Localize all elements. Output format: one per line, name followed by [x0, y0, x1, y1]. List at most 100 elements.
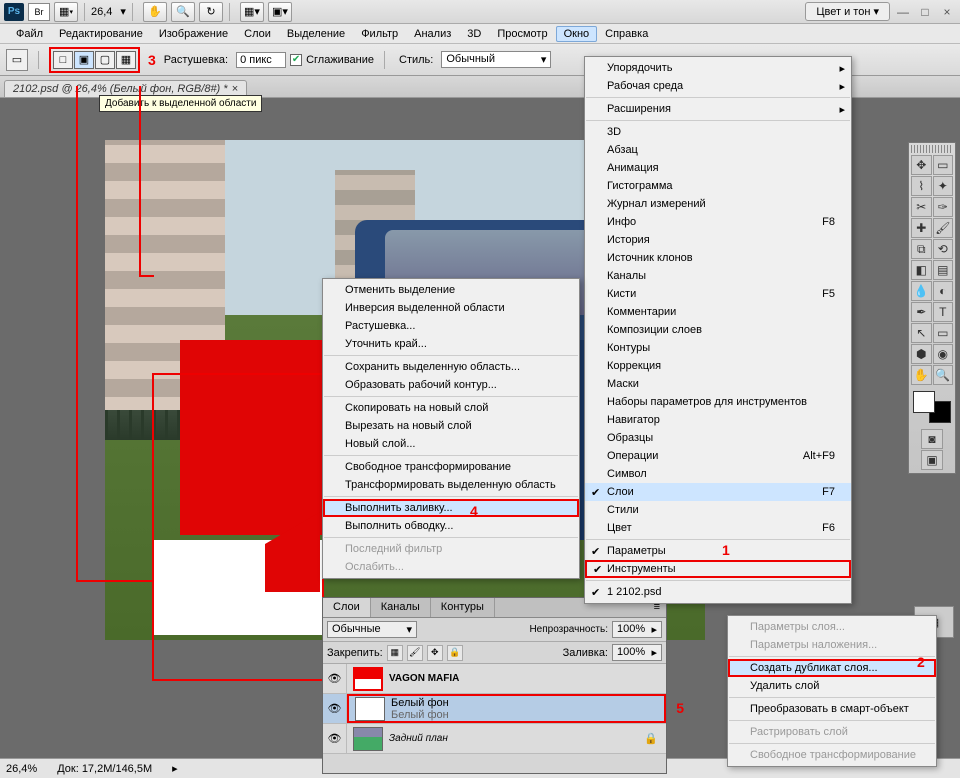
zoom-value[interactable]: 26,4	[91, 6, 112, 18]
layer-row[interactable]: 👁 Задний план 🔒	[323, 724, 666, 754]
visibility-icon[interactable]: 👁	[323, 694, 347, 723]
panel-grip[interactable]	[911, 145, 953, 153]
marquee-tool-icon[interactable]: ▭	[6, 49, 28, 71]
color-swatch[interactable]	[911, 389, 953, 425]
menu-item[interactable]: Источник клонов	[585, 249, 851, 267]
menu-item[interactable]: Сохранить выделенную область...	[323, 358, 579, 376]
menu-item[interactable]: Символ	[585, 465, 851, 483]
menu-layers[interactable]: Слои	[236, 26, 279, 42]
tab-layers[interactable]: Слои	[323, 598, 371, 617]
move-tool[interactable]: ✥	[911, 155, 932, 175]
menu-item[interactable]: Анимация	[585, 159, 851, 177]
menu-item[interactable]: Свободное трансформирование	[323, 458, 579, 476]
menu-file[interactable]: Файл	[8, 26, 51, 42]
tab-paths[interactable]: Контуры	[431, 598, 495, 617]
quickmask-tool[interactable]: ◙	[921, 429, 943, 449]
menu-item[interactable]: Комментарии	[585, 303, 851, 321]
layer-thumbnail[interactable]	[353, 667, 383, 691]
3d-camera-tool[interactable]: ◉	[933, 344, 954, 364]
menu-edit[interactable]: Редактирование	[51, 26, 151, 42]
visibility-icon[interactable]: 👁	[323, 664, 347, 693]
blend-mode-dropdown[interactable]: Обычные▾	[327, 621, 417, 638]
fill-input[interactable]: 100%▸	[612, 644, 662, 661]
menu-select[interactable]: Выделение	[279, 26, 353, 42]
path-tool[interactable]: ↖	[911, 323, 932, 343]
close-tab-icon[interactable]: ×	[232, 83, 238, 95]
menu-item[interactable]: ✔Инструменты	[585, 560, 851, 578]
stamp-tool[interactable]: ⧉	[911, 239, 932, 259]
menu-item[interactable]: Расширения▸	[585, 100, 851, 118]
shape-tool[interactable]: ▭	[933, 323, 954, 343]
rotate-view-btn[interactable]: ↻	[199, 2, 223, 22]
menu-item[interactable]: Инверсия выделенной области	[323, 299, 579, 317]
menu-item[interactable]: Гистограмма	[585, 177, 851, 195]
zoom-tool[interactable]: 🔍	[933, 365, 954, 385]
lock-transparency-icon[interactable]: ▦	[387, 645, 403, 661]
lock-all-icon[interactable]: 🔒	[447, 645, 463, 661]
layer-row[interactable]: 👁 Белый фонБелый фон 5	[323, 694, 666, 724]
maximize-btn[interactable]: □	[916, 5, 934, 19]
layer-name[interactable]: Задний план	[389, 733, 644, 744]
opacity-input[interactable]: 100%▸	[612, 621, 662, 638]
wand-tool[interactable]: ✦	[933, 176, 954, 196]
add-selection-btn[interactable]: ▣	[74, 51, 94, 69]
brush-tool[interactable]: 🖌	[933, 218, 954, 238]
screen-mode-btn[interactable]: ▣▾	[268, 2, 292, 22]
dodge-tool[interactable]: ◐	[933, 281, 954, 301]
menu-item[interactable]: Создать дубликат слоя...	[728, 659, 936, 677]
bridge-icon[interactable]: Br	[28, 3, 50, 21]
menu-item[interactable]: ✔1 2102.psd	[585, 583, 851, 601]
heal-tool[interactable]: ✚	[911, 218, 932, 238]
layer-name[interactable]: Белый фонБелый фон	[391, 697, 664, 721]
crop-tool[interactable]: ✂	[911, 197, 932, 217]
menu-item[interactable]: ✔СлоиF7	[585, 483, 851, 501]
history-brush-tool[interactable]: ⟲	[933, 239, 954, 259]
menu-item[interactable]: Навигатор	[585, 411, 851, 429]
menu-filter[interactable]: Фильтр	[353, 26, 406, 42]
menu-item[interactable]: Абзац	[585, 141, 851, 159]
lock-image-icon[interactable]: 🖌	[407, 645, 423, 661]
style-dropdown[interactable]: Обычный▾	[441, 51, 551, 68]
intersect-selection-btn[interactable]: ▦	[116, 51, 136, 69]
menu-item[interactable]: 3D	[585, 123, 851, 141]
menu-item[interactable]: Стили	[585, 501, 851, 519]
lock-position-icon[interactable]: ✥	[427, 645, 443, 661]
layer-name[interactable]: VAGON MAFIA	[389, 673, 666, 684]
menu-image[interactable]: Изображение	[151, 26, 236, 42]
menu-window[interactable]: Окно	[556, 26, 598, 42]
menu-item[interactable]: КистиF5	[585, 285, 851, 303]
menu-item[interactable]: Контуры	[585, 339, 851, 357]
view-extras-btn[interactable]: ▦▾	[54, 2, 78, 22]
subtract-selection-btn[interactable]: ▢	[95, 51, 115, 69]
layer-row[interactable]: 👁 VAGON MAFIA	[323, 664, 666, 694]
menu-item[interactable]: Новый слой...	[323, 435, 579, 453]
menu-item[interactable]: Журнал измерений	[585, 195, 851, 213]
lasso-tool[interactable]: ⌇	[911, 176, 932, 196]
new-selection-btn[interactable]: □	[53, 51, 73, 69]
status-zoom[interactable]: 26,4%	[6, 763, 37, 775]
workspace-dropdown[interactable]: Цвет и тон ▾	[805, 2, 890, 21]
screenmode-tool[interactable]: ▣	[921, 450, 943, 470]
menu-item[interactable]: Композиции слоев	[585, 321, 851, 339]
blur-tool[interactable]: 💧	[911, 281, 932, 301]
status-doc[interactable]: Док: 17,2M/146,5M	[57, 763, 152, 775]
type-tool[interactable]: T	[933, 302, 954, 322]
menu-item[interactable]: Преобразовать в смарт-объект	[728, 700, 936, 718]
menu-item[interactable]: Растушевка...	[323, 317, 579, 335]
menu-analysis[interactable]: Анализ	[406, 26, 459, 42]
eraser-tool[interactable]: ◧	[911, 260, 932, 280]
eyedropper-tool[interactable]: ✑	[933, 197, 954, 217]
menu-item[interactable]: Образовать рабочий контур...	[323, 376, 579, 394]
gradient-tool[interactable]: ▤	[933, 260, 954, 280]
layer-thumbnail[interactable]	[355, 697, 385, 721]
menu-item[interactable]: История	[585, 231, 851, 249]
menu-item[interactable]: Упорядочить▸	[585, 59, 851, 77]
foreground-color[interactable]	[913, 391, 935, 413]
menu-item[interactable]: Наборы параметров для инструментов	[585, 393, 851, 411]
menu-item[interactable]: Образцы	[585, 429, 851, 447]
menu-3d[interactable]: 3D	[459, 26, 489, 42]
menu-item[interactable]: Уточнить край...	[323, 335, 579, 353]
menu-item[interactable]: Рабочая среда▸	[585, 77, 851, 95]
menu-item[interactable]: Удалить слой	[728, 677, 936, 695]
arrange-docs-btn[interactable]: ▦▾	[240, 2, 264, 22]
